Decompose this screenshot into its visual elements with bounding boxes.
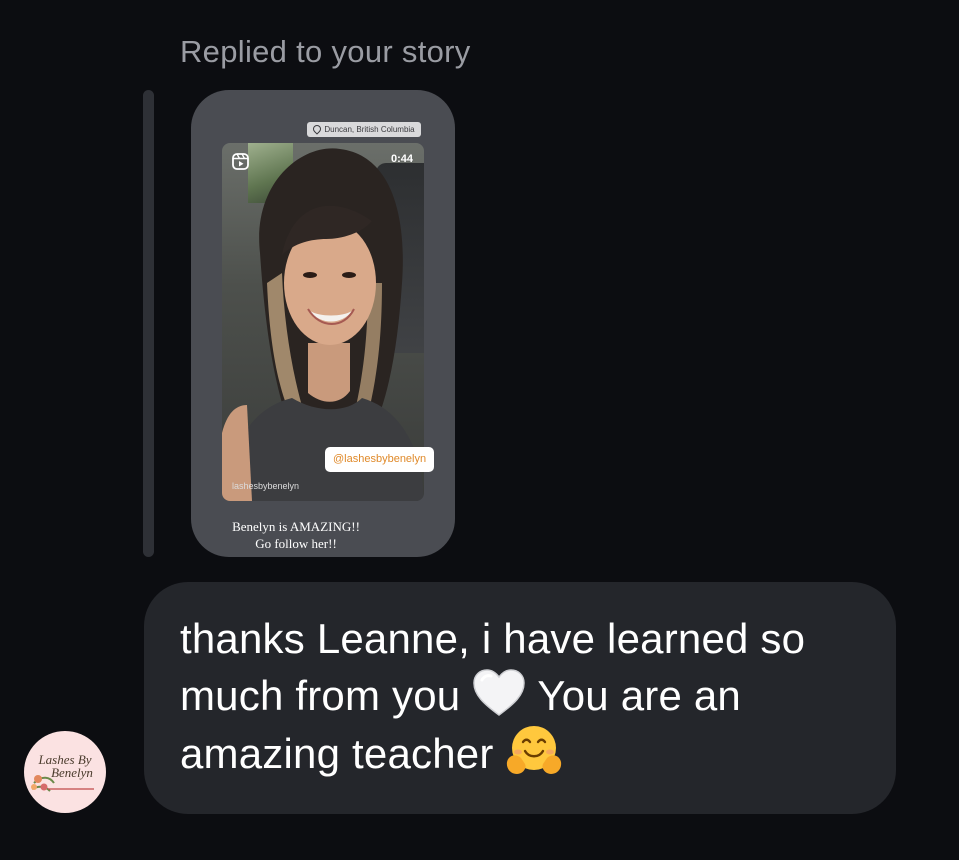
location-text: Duncan, British Columbia: [324, 125, 415, 134]
message-bubble[interactable]: thanks Leanne, i have learned so much fr…: [144, 582, 896, 814]
story-caption-line-1: Benelyn is AMAZING!!: [232, 519, 360, 534]
avatar-logo-text: Lashes By Benelyn: [24, 753, 106, 779]
location-pin-icon: [311, 123, 324, 135]
sender-avatar[interactable]: Lashes By Benelyn: [24, 731, 106, 813]
story-caption: Benelyn is AMAZING!! Go follow her!!: [191, 518, 401, 552]
dm-conversation: Replied to your story Duncan, British Co…: [0, 0, 959, 860]
message-text: thanks Leanne, i have learned so much fr…: [180, 610, 870, 782]
reels-icon: [232, 153, 249, 170]
video-duration: 0:44: [390, 153, 413, 165]
location-sticker: Duncan, British Columbia: [307, 122, 421, 137]
white-heart-emoji: [473, 669, 525, 716]
mention-text: @lashesbybenelyn: [333, 453, 427, 465]
reel-username: lashesbybenelyn: [232, 481, 300, 491]
story-caption-line-2: Go follow her!!: [255, 536, 337, 551]
avatar-logo-line-2: Benelyn: [51, 765, 93, 780]
mention-sticker[interactable]: @lashesbybenelyn: [325, 447, 435, 472]
reply-indicator-bar: [143, 90, 154, 557]
hugging-face-emoji: [507, 726, 562, 774]
story-preview-card[interactable]: Duncan, British Columbia 0:44 lashesbybe…: [191, 90, 455, 557]
replied-to-story-label: Replied to your story: [180, 34, 471, 69]
